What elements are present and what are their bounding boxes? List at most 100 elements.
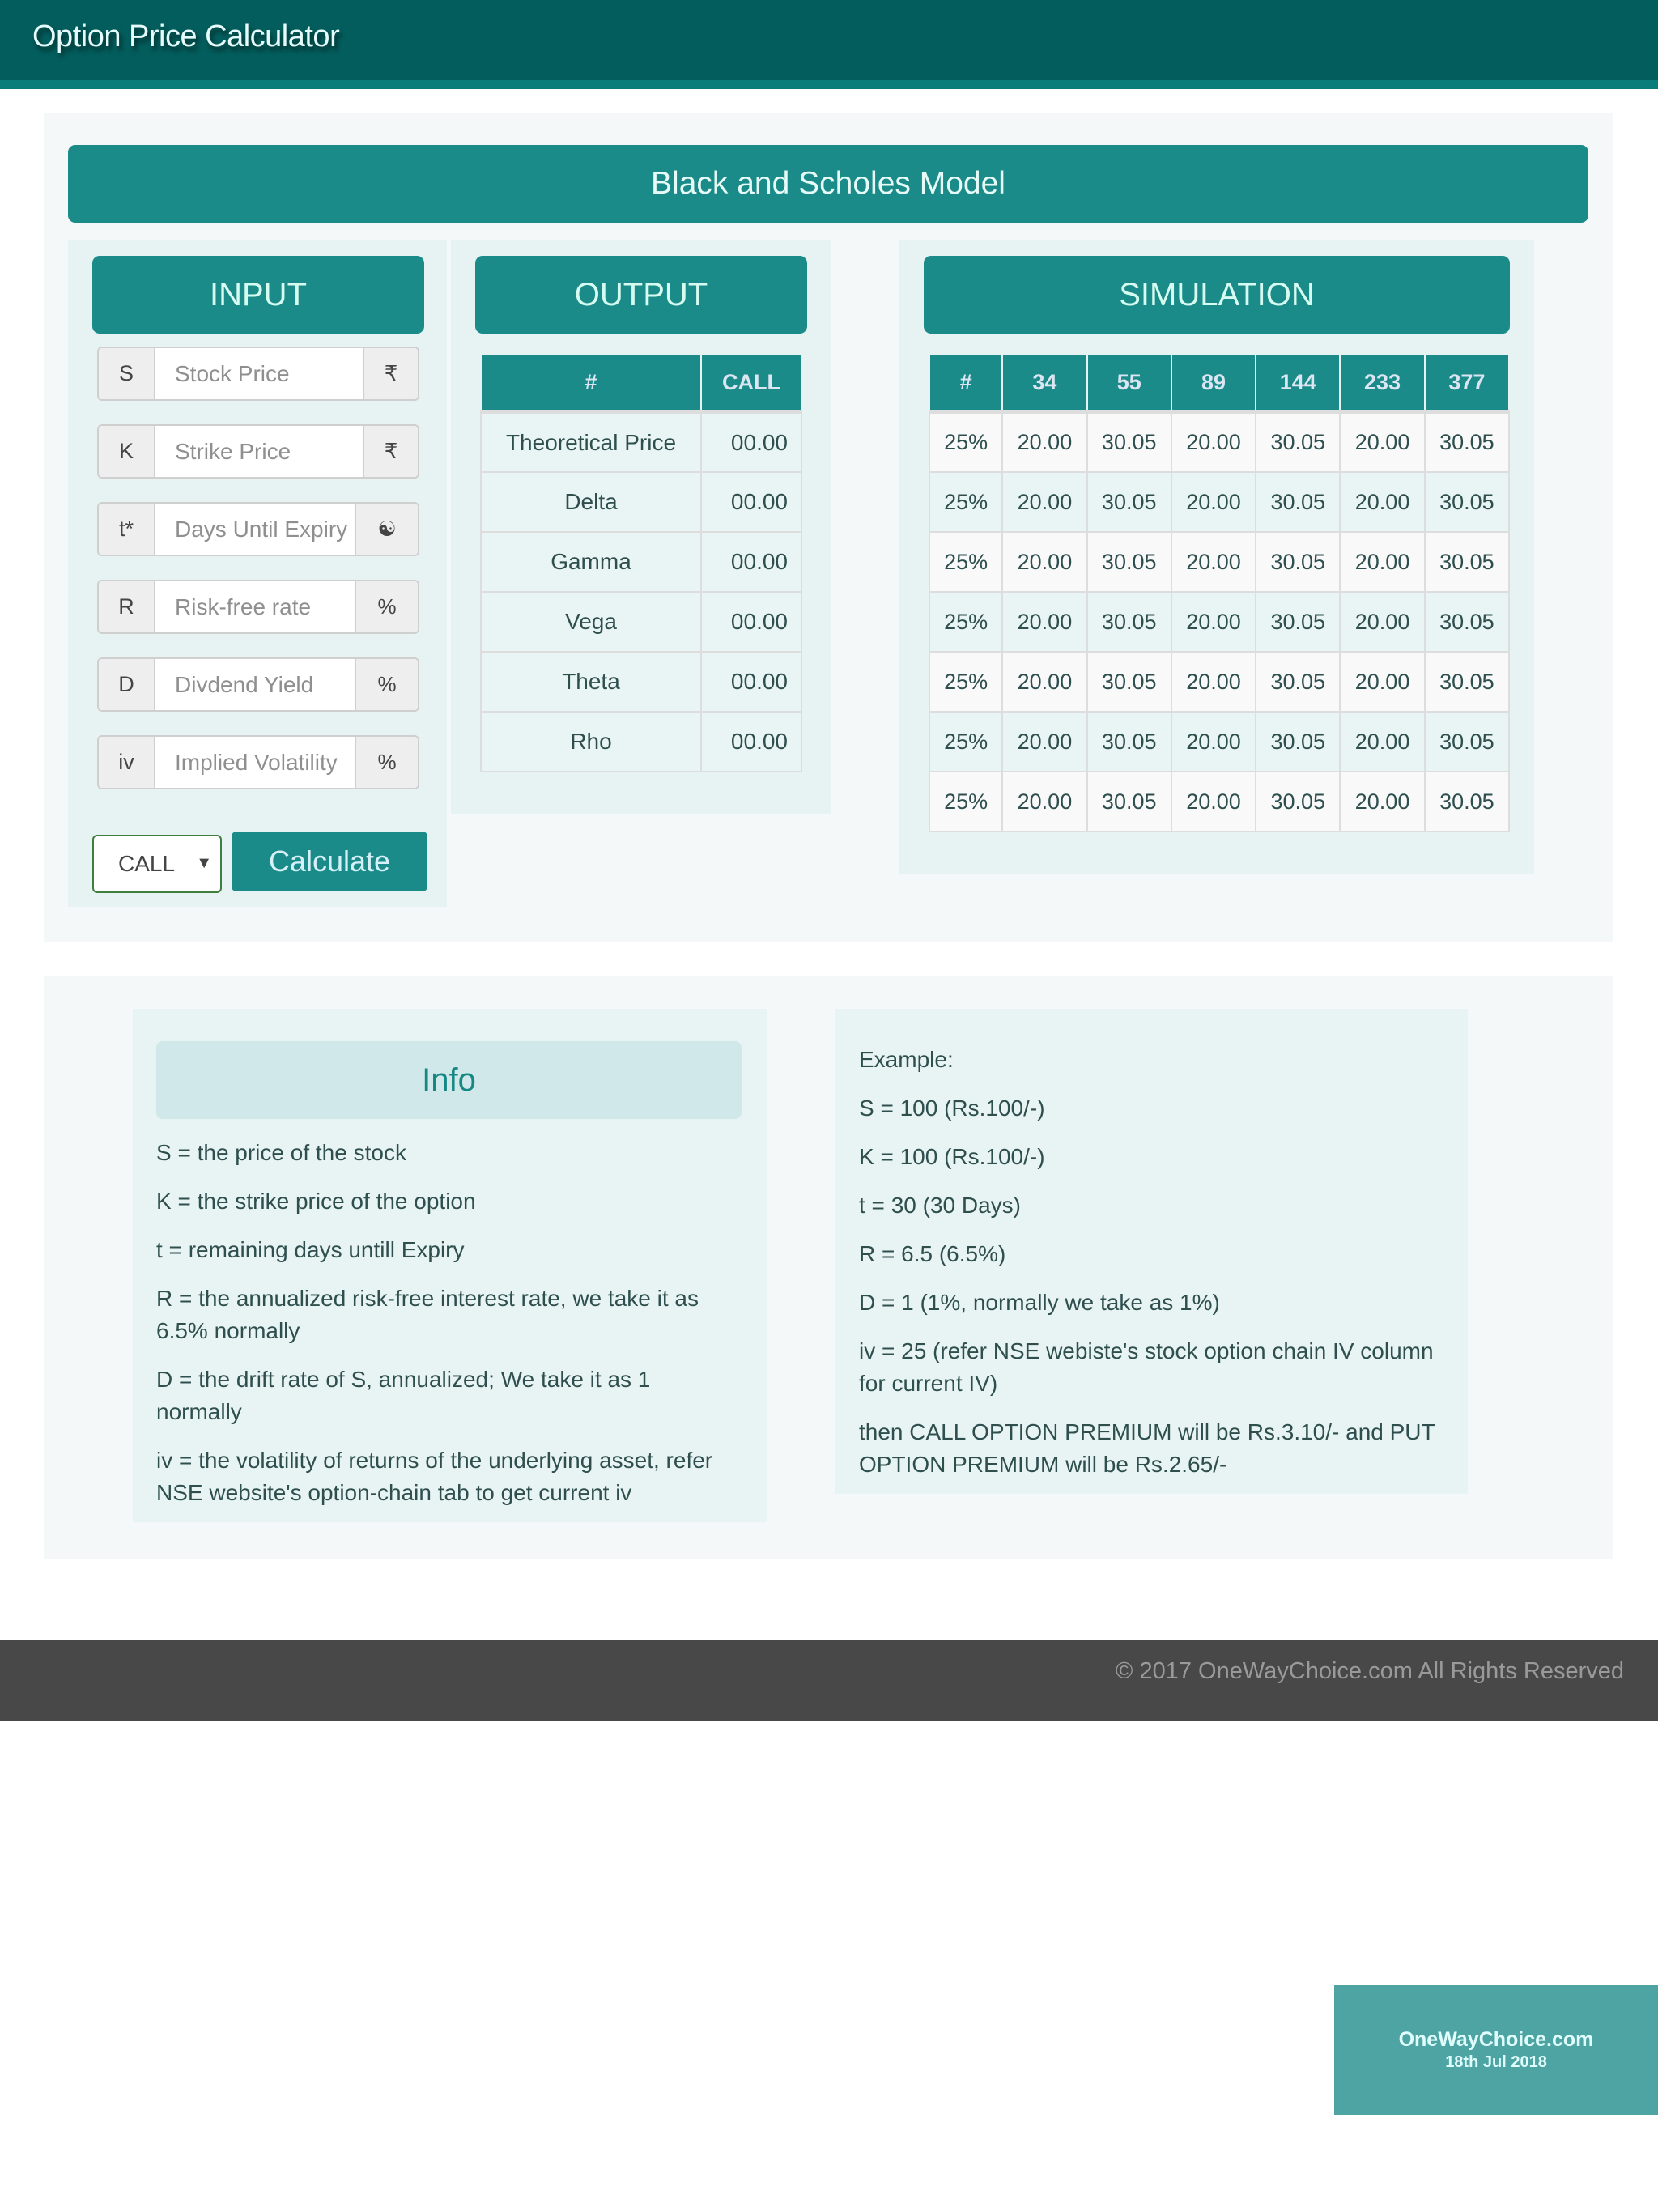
simulation-price: 20.00 xyxy=(1170,591,1257,653)
simulation-price: 20.00 xyxy=(1001,771,1088,832)
info-panel: Info S = the price of the stock K = the … xyxy=(44,976,1613,1559)
badge-date: 18th Jul 2018 xyxy=(1445,2053,1547,2071)
example-box: Example: S = 100 (Rs.100/-) K = 100 (Rs.… xyxy=(835,1009,1468,1494)
simulation-price: 20.00 xyxy=(1339,711,1426,772)
simulation-price: 30.05 xyxy=(1255,531,1341,593)
simulation-volatility: 25% xyxy=(928,651,1004,713)
implied-volatility-label: iv xyxy=(99,737,155,788)
percent-icon: % xyxy=(355,737,418,788)
example-heading: Example: xyxy=(859,1047,954,1072)
simulation-price: 30.05 xyxy=(1423,591,1511,653)
option-type-value: CALL xyxy=(118,851,176,876)
dividend-yield-label: D xyxy=(99,659,155,710)
simulation-price: 20.00 xyxy=(1170,711,1257,772)
simulation-price: 20.00 xyxy=(1339,651,1426,713)
info-item: iv = the volatility of returns of the un… xyxy=(156,1448,713,1505)
table-row: Theoretical Price 00.00 xyxy=(480,411,802,473)
simulation-header-row: #34 55 89 144 233 377 xyxy=(928,353,1511,413)
simulation-price: 30.05 xyxy=(1255,411,1341,473)
info-item: R = the annualized risk-free interest ra… xyxy=(156,1286,699,1343)
info-box: Info S = the price of the stock K = the … xyxy=(133,1009,767,1522)
greek-value: 00.00 xyxy=(700,531,802,593)
info-item: t = remaining days untill Expiry xyxy=(156,1237,465,1262)
simulation-price: 30.05 xyxy=(1255,651,1341,713)
dividend-yield-input[interactable] xyxy=(155,659,355,710)
output-header-row: # CALL xyxy=(480,353,802,413)
simulation-col-strike: 89 xyxy=(1170,353,1257,413)
simulation-price: 30.05 xyxy=(1255,771,1341,832)
simulation-price: 30.05 xyxy=(1423,531,1511,593)
simulation-price: 20.00 xyxy=(1339,471,1426,533)
risk-free-rate-group: R % xyxy=(97,580,419,634)
simulation-volatility: 25% xyxy=(928,591,1004,653)
table-row: Theta 00.00 xyxy=(480,651,802,713)
risk-free-rate-input[interactable] xyxy=(155,581,355,632)
dividend-yield-group: D % xyxy=(97,657,419,712)
percent-icon: % xyxy=(355,659,418,710)
simulation-price: 20.00 xyxy=(1001,471,1088,533)
model-banner: Black and Scholes Model xyxy=(68,145,1588,223)
site-badge: OneWayChoice.com 18th Jul 2018 xyxy=(1334,1985,1658,2115)
simulation-col-strike: 144 xyxy=(1255,353,1341,413)
simulation-col-strike: 377 xyxy=(1423,353,1511,413)
example-item: D = 1 (1%, normally we take as 1%) xyxy=(859,1290,1220,1315)
dropdown-arrow-icon: ▼ xyxy=(196,854,212,872)
simulation-price: 20.00 xyxy=(1170,471,1257,533)
simulation-price: 20.00 xyxy=(1001,591,1088,653)
calculate-button[interactable]: Calculate xyxy=(232,832,427,891)
table-row: 25% 20.00 30.05 20.00 30.05 20.00 30.05 xyxy=(928,411,1511,473)
table-row: 25% 20.00 30.05 20.00 30.05 20.00 30.05 xyxy=(928,531,1511,593)
output-col-name: # xyxy=(480,353,702,413)
greek-name: Rho xyxy=(480,711,702,772)
greek-value: 00.00 xyxy=(700,711,802,772)
days-to-expiry-input[interactable] xyxy=(155,504,355,555)
simulation-col-strike: 55 xyxy=(1086,353,1172,413)
simulation-price: 20.00 xyxy=(1339,771,1426,832)
rupee-icon: ₹ xyxy=(363,426,418,477)
simulation-price: 20.00 xyxy=(1170,651,1257,713)
info-list: S = the price of the stock K = the strik… xyxy=(156,1137,739,1525)
simulation-price: 30.05 xyxy=(1086,771,1172,832)
simulation-price: 30.05 xyxy=(1086,471,1172,533)
simulation-price: 30.05 xyxy=(1086,591,1172,653)
simulation-volatility: 25% xyxy=(928,771,1004,832)
days-to-expiry-label: t* xyxy=(99,504,155,555)
output-col-call: CALL xyxy=(700,353,802,413)
stock-price-input[interactable] xyxy=(155,348,363,399)
option-type-select[interactable]: CALL ▼ xyxy=(92,835,222,893)
rupee-icon: ₹ xyxy=(363,348,418,399)
table-row: Vega 00.00 xyxy=(480,591,802,653)
example-item: K = 100 (Rs.100/-) xyxy=(859,1144,1045,1169)
info-item: K = the strike price of the option xyxy=(156,1189,476,1214)
greek-name: Theta xyxy=(480,651,702,713)
example-result: then CALL OPTION PREMIUM will be Rs.3.10… xyxy=(859,1419,1435,1477)
strike-price-input[interactable] xyxy=(155,426,363,477)
header-stripe xyxy=(0,80,1658,89)
simulation-price: 20.00 xyxy=(1339,531,1426,593)
implied-volatility-input[interactable] xyxy=(155,737,355,788)
table-row: 25% 20.00 30.05 20.00 30.05 20.00 30.05 xyxy=(928,591,1511,653)
simulation-price: 20.00 xyxy=(1339,411,1426,473)
greek-name: Delta xyxy=(480,471,702,533)
simulation-table: #34 55 89 144 233 377 25% 20.00 30.05 20.00 30.05… xyxy=(928,353,1511,832)
simulation-col-strike: 233 xyxy=(1339,353,1426,413)
simulation-price: 30.05 xyxy=(1086,651,1172,713)
stock-price-label: S xyxy=(99,348,155,399)
simulation-price: 20.00 xyxy=(1170,771,1257,832)
simulation-price: 20.00 xyxy=(1001,711,1088,772)
output-heading: OUTPUT xyxy=(475,256,807,334)
greek-value: 00.00 xyxy=(700,411,802,473)
strike-price-label: K xyxy=(99,426,155,477)
example-item: t = 30 (30 Days) xyxy=(859,1193,1021,1218)
simulation-price: 30.05 xyxy=(1086,531,1172,593)
copyright-text: © 2017 OneWayChoice.com All Rights Reser… xyxy=(1116,1658,1624,1684)
risk-free-rate-label: R xyxy=(99,581,155,632)
info-heading: Info xyxy=(156,1041,742,1119)
simulation-price: 30.05 xyxy=(1423,651,1511,713)
info-item: D = the drift rate of S, annualized; We … xyxy=(156,1367,651,1424)
greek-name: Vega xyxy=(480,591,702,653)
implied-volatility-group: iv % xyxy=(97,735,419,789)
app-title: Option Price Calculator xyxy=(32,19,340,53)
greek-value: 00.00 xyxy=(700,651,802,713)
footer: © 2017 OneWayChoice.com All Rights Reser… xyxy=(0,1640,1658,1721)
